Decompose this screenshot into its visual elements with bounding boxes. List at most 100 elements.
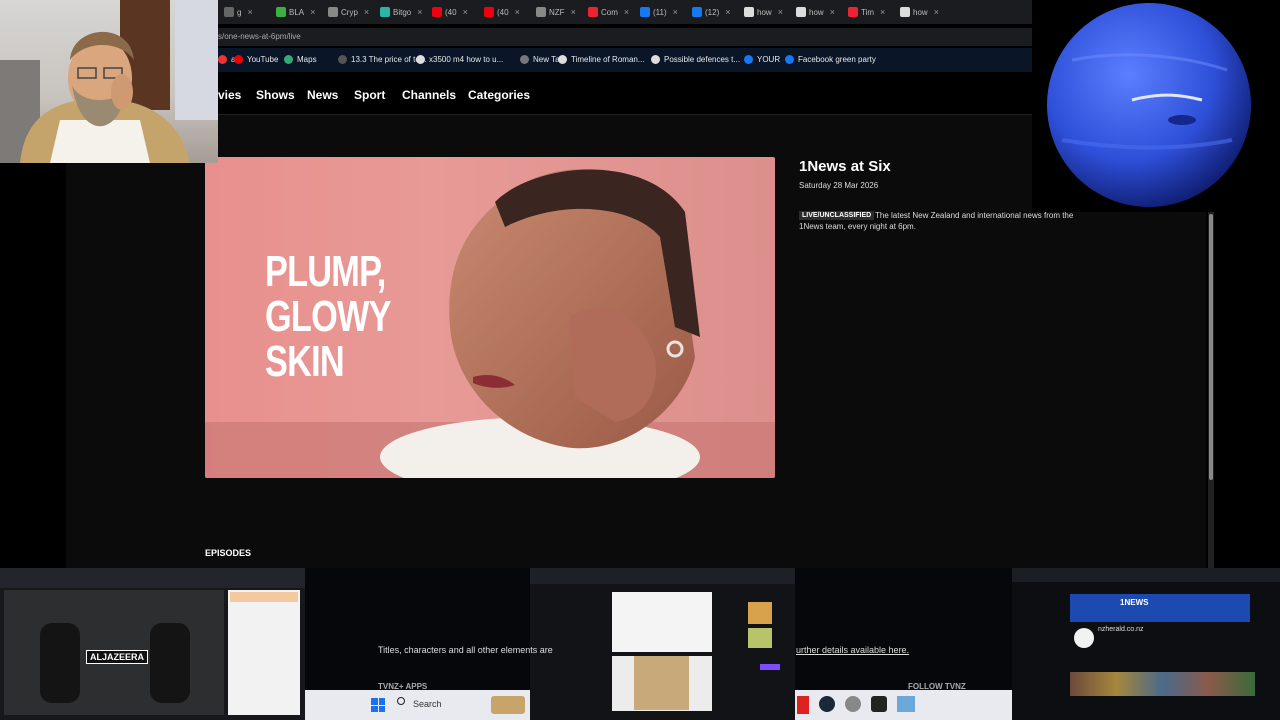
bookmark-favicon-icon [218, 55, 227, 64]
tab-favicon-icon [640, 7, 650, 17]
taskbar-search-box[interactable]: Search [413, 699, 442, 709]
browser-tab[interactable]: Cryp × [328, 3, 369, 21]
show-title: 1News at Six [799, 158, 891, 175]
browser-tab-strip: g × BLA × Cryp × Bitgo × (40 × (40 × NZF × Com × (11) × (1… [218, 0, 1032, 24]
bookmark-favicon-icon [651, 55, 660, 64]
steam-icon[interactable] [819, 696, 835, 712]
tab-label: NZF [549, 7, 565, 17]
app-icon-3[interactable] [897, 696, 915, 712]
nav-link-news[interactable]: News [307, 88, 338, 102]
aljazeera-logo: ALJAZEERA [86, 650, 149, 664]
tab-close-icon[interactable]: × [830, 7, 835, 17]
browser-tab[interactable]: NZF × [536, 3, 576, 21]
neptune-planet-image [1047, 3, 1251, 207]
browser-tab[interactable]: (12) × [692, 3, 731, 21]
windows-start-icon[interactable] [371, 698, 385, 712]
browser-tab[interactable]: (40 × [432, 3, 468, 21]
thumbnail-desktop-window[interactable] [530, 568, 795, 720]
bookmark-item[interactable]: Timeline of Roman... [558, 55, 645, 64]
bookmark-label: Maps [297, 55, 317, 64]
bookmark-favicon-icon [520, 55, 529, 64]
tab-label: (12) [705, 7, 720, 17]
tab-label: Tim [861, 7, 875, 17]
tab-close-icon[interactable]: × [880, 7, 885, 17]
video-player[interactable]: PLUMP, GLOWY SKIN [205, 157, 775, 478]
tab-close-icon[interactable]: × [463, 7, 468, 17]
tab-label: Bitgo [393, 7, 412, 17]
taskbar-widget-icon[interactable] [491, 696, 525, 714]
app-icon[interactable] [797, 696, 809, 714]
site-navigation: vies Shows News Sport Channels Categories [218, 80, 1032, 108]
tab-close-icon[interactable]: × [310, 7, 315, 17]
tab-close-icon[interactable]: × [624, 7, 629, 17]
bookmark-favicon-icon [744, 55, 753, 64]
browser-tab[interactable]: how × [796, 3, 835, 21]
nav-link-shows[interactable]: Shows [256, 88, 295, 102]
address-bar[interactable]: s/one-news-at-6pm/live [218, 28, 1032, 46]
tab-label: BLA [289, 7, 305, 17]
tab-close-icon[interactable]: × [725, 7, 730, 17]
tab-label: Com [601, 7, 618, 17]
promo-line-1: PLUMP, [265, 247, 386, 296]
page-scrollbar-thumb[interactable] [1209, 214, 1213, 480]
webcam-overlay [0, 0, 218, 163]
episodes-heading: EPISODES [205, 548, 252, 558]
browser-tab[interactable]: how × [744, 3, 783, 21]
bookmark-label: Possible defences t... [664, 55, 741, 64]
tab-label: (40 [497, 7, 509, 17]
tab-label: (40 [445, 7, 457, 17]
bookmark-item[interactable]: Maps [284, 55, 317, 64]
thumbnail-aljazeera[interactable]: ALJAZEERA [0, 568, 305, 720]
settings-gear-icon[interactable] [845, 696, 861, 712]
bookmark-label: YouTube [247, 55, 279, 64]
nav-divider [218, 114, 1032, 115]
tab-close-icon[interactable]: × [364, 7, 369, 17]
thumbnail-nzherald[interactable]: 1NEWS nzherald.co.nz [1012, 568, 1280, 720]
tab-label: how [757, 7, 772, 17]
browser-tab[interactable]: Com × [588, 3, 629, 21]
nav-link-categories[interactable]: Categories [468, 88, 530, 102]
footer-legal-link[interactable]: urther details available here. [796, 645, 909, 655]
bookmark-item[interactable]: YOUR [744, 55, 780, 64]
tab-close-icon[interactable]: × [571, 7, 576, 17]
tab-favicon-icon [276, 7, 286, 17]
bookmark-item[interactable]: 13.3 The price of to... [338, 55, 426, 64]
bookmark-favicon-icon [785, 55, 794, 64]
browser-tab[interactable]: Tim × [848, 3, 885, 21]
promo-text: PLUMP, GLOWY SKIN [265, 247, 392, 384]
browser-tab[interactable]: (11) × [640, 3, 678, 21]
search-icon [397, 697, 405, 705]
nav-link-sport[interactable]: Sport [354, 88, 385, 102]
bookmark-label: x3500 m4 how to u... [429, 55, 504, 64]
bottom-thumbnail-strip: ALJAZEERA 1NEWS nzherald.co.nz [0, 568, 1280, 720]
tab-close-icon[interactable]: × [778, 7, 783, 17]
browser-tab[interactable]: BLA × [276, 3, 315, 21]
nav-link-vies[interactable]: vies [218, 88, 241, 102]
bookmark-label: YOUR [757, 55, 781, 64]
browser-tab[interactable]: Bitgo × [380, 3, 423, 21]
bookmark-favicon-icon [234, 55, 243, 64]
bookmark-label: Timeline of Roman... [571, 55, 645, 64]
promo-line-2: GLOWY [265, 292, 392, 341]
tab-close-icon[interactable]: × [934, 7, 939, 17]
browser-tab[interactable]: g × [224, 3, 253, 21]
tab-label: (11) [653, 7, 667, 17]
tab-close-icon[interactable]: × [417, 7, 422, 17]
tab-label: Cryp [341, 7, 358, 17]
tab-favicon-icon [380, 7, 390, 17]
bookmark-item[interactable]: x3500 m4 how to u... [416, 55, 503, 64]
browser-tab[interactable]: how × [900, 3, 939, 21]
nav-link-channels[interactable]: Channels [402, 88, 456, 102]
bookmark-item[interactable]: Facebook green party [785, 55, 876, 64]
tab-label: g [237, 7, 242, 17]
tab-close-icon[interactable]: × [515, 7, 520, 17]
bookmark-item[interactable]: Possible defences t... [651, 55, 740, 64]
tab-close-icon[interactable]: × [673, 7, 678, 17]
browser-tab[interactable]: (40 × [484, 3, 520, 21]
tab-close-icon[interactable]: × [247, 7, 252, 17]
tab-favicon-icon [692, 7, 702, 17]
address-bar-url: s/one-news-at-6pm/live [218, 32, 301, 41]
bookmark-item[interactable]: YouTube [234, 55, 278, 64]
app-icon-2[interactable] [871, 696, 887, 712]
show-date: Saturday 28 Mar 2026 [799, 181, 879, 190]
